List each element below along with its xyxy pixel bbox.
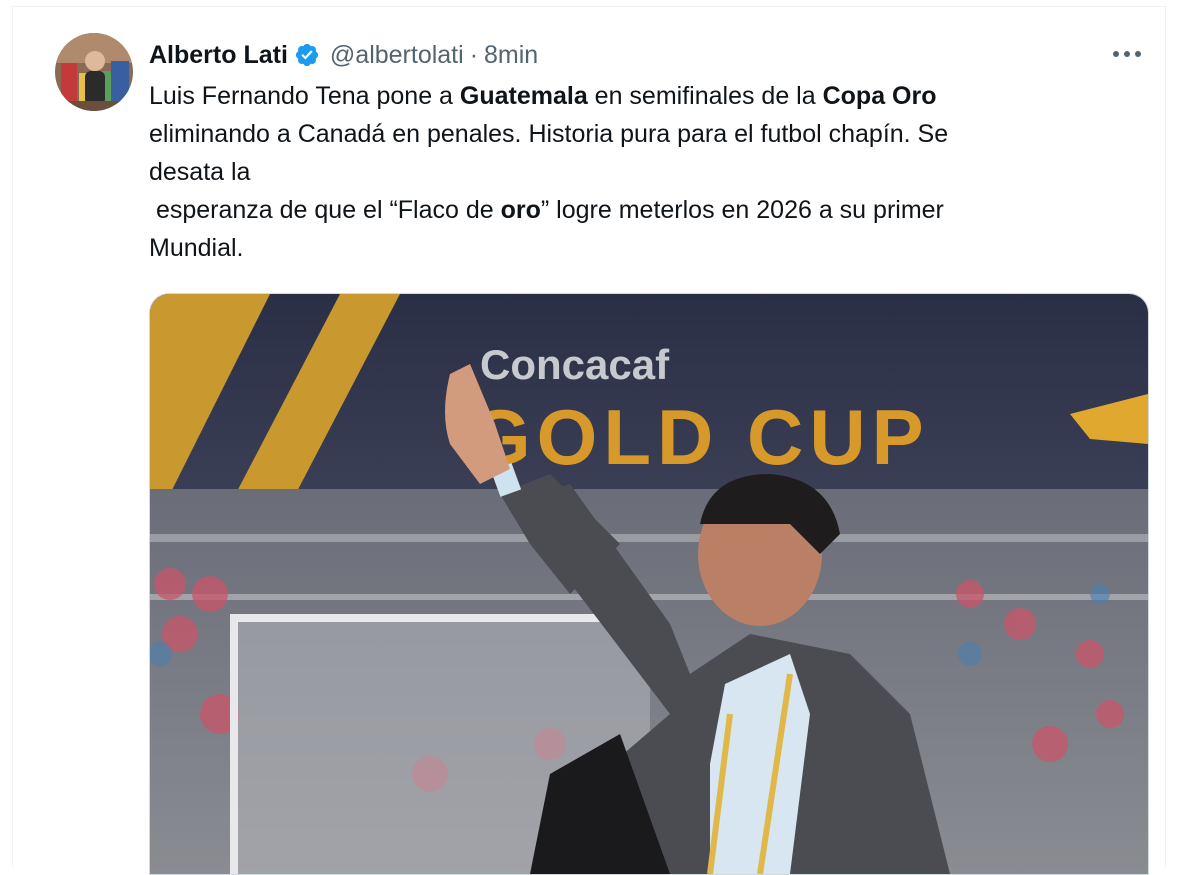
header-separator: · bbox=[469, 40, 479, 69]
tweet-timestamp[interactable]: 8min bbox=[484, 41, 538, 70]
author-handle[interactable]: @albertolati bbox=[330, 41, 464, 70]
tweet-text-line: Luis Fernando Tena pone a Guatemala en s… bbox=[149, 82, 937, 110]
tweet-media-photo[interactable]: Concacaf GOLD CUP bbox=[149, 293, 1149, 875]
tweet-text-line: eliminando a Canadá en penales. Historia… bbox=[149, 120, 949, 148]
tweet-text: Luis Fernando Tena pone a Guatemala en s… bbox=[149, 77, 1139, 267]
author-name[interactable]: Alberto Lati bbox=[149, 41, 288, 70]
tweet-text-line: esperanza de que el “Flaco de oro” logre… bbox=[149, 196, 944, 224]
svg-text:Concacaf: Concacaf bbox=[480, 341, 670, 388]
tweet-text-line: desata la bbox=[149, 158, 251, 186]
tweet-header: Alberto Lati @albertolati · 8min bbox=[149, 35, 538, 75]
more-horizontal-icon bbox=[1113, 51, 1141, 57]
user-avatar-photo-icon bbox=[55, 33, 133, 111]
tweet-card[interactable]: Alberto Lati @albertolati · 8min Luis Fe… bbox=[12, 6, 1166, 875]
avatar[interactable] bbox=[55, 33, 133, 111]
more-options-button[interactable] bbox=[1107, 39, 1147, 69]
photo-coach-waving-icon: Concacaf GOLD CUP bbox=[150, 294, 1148, 874]
svg-text:GOLD CUP: GOLD CUP bbox=[470, 393, 930, 481]
verified-badge-icon bbox=[294, 42, 320, 68]
tweet-text-line: Mundial. bbox=[149, 234, 244, 262]
